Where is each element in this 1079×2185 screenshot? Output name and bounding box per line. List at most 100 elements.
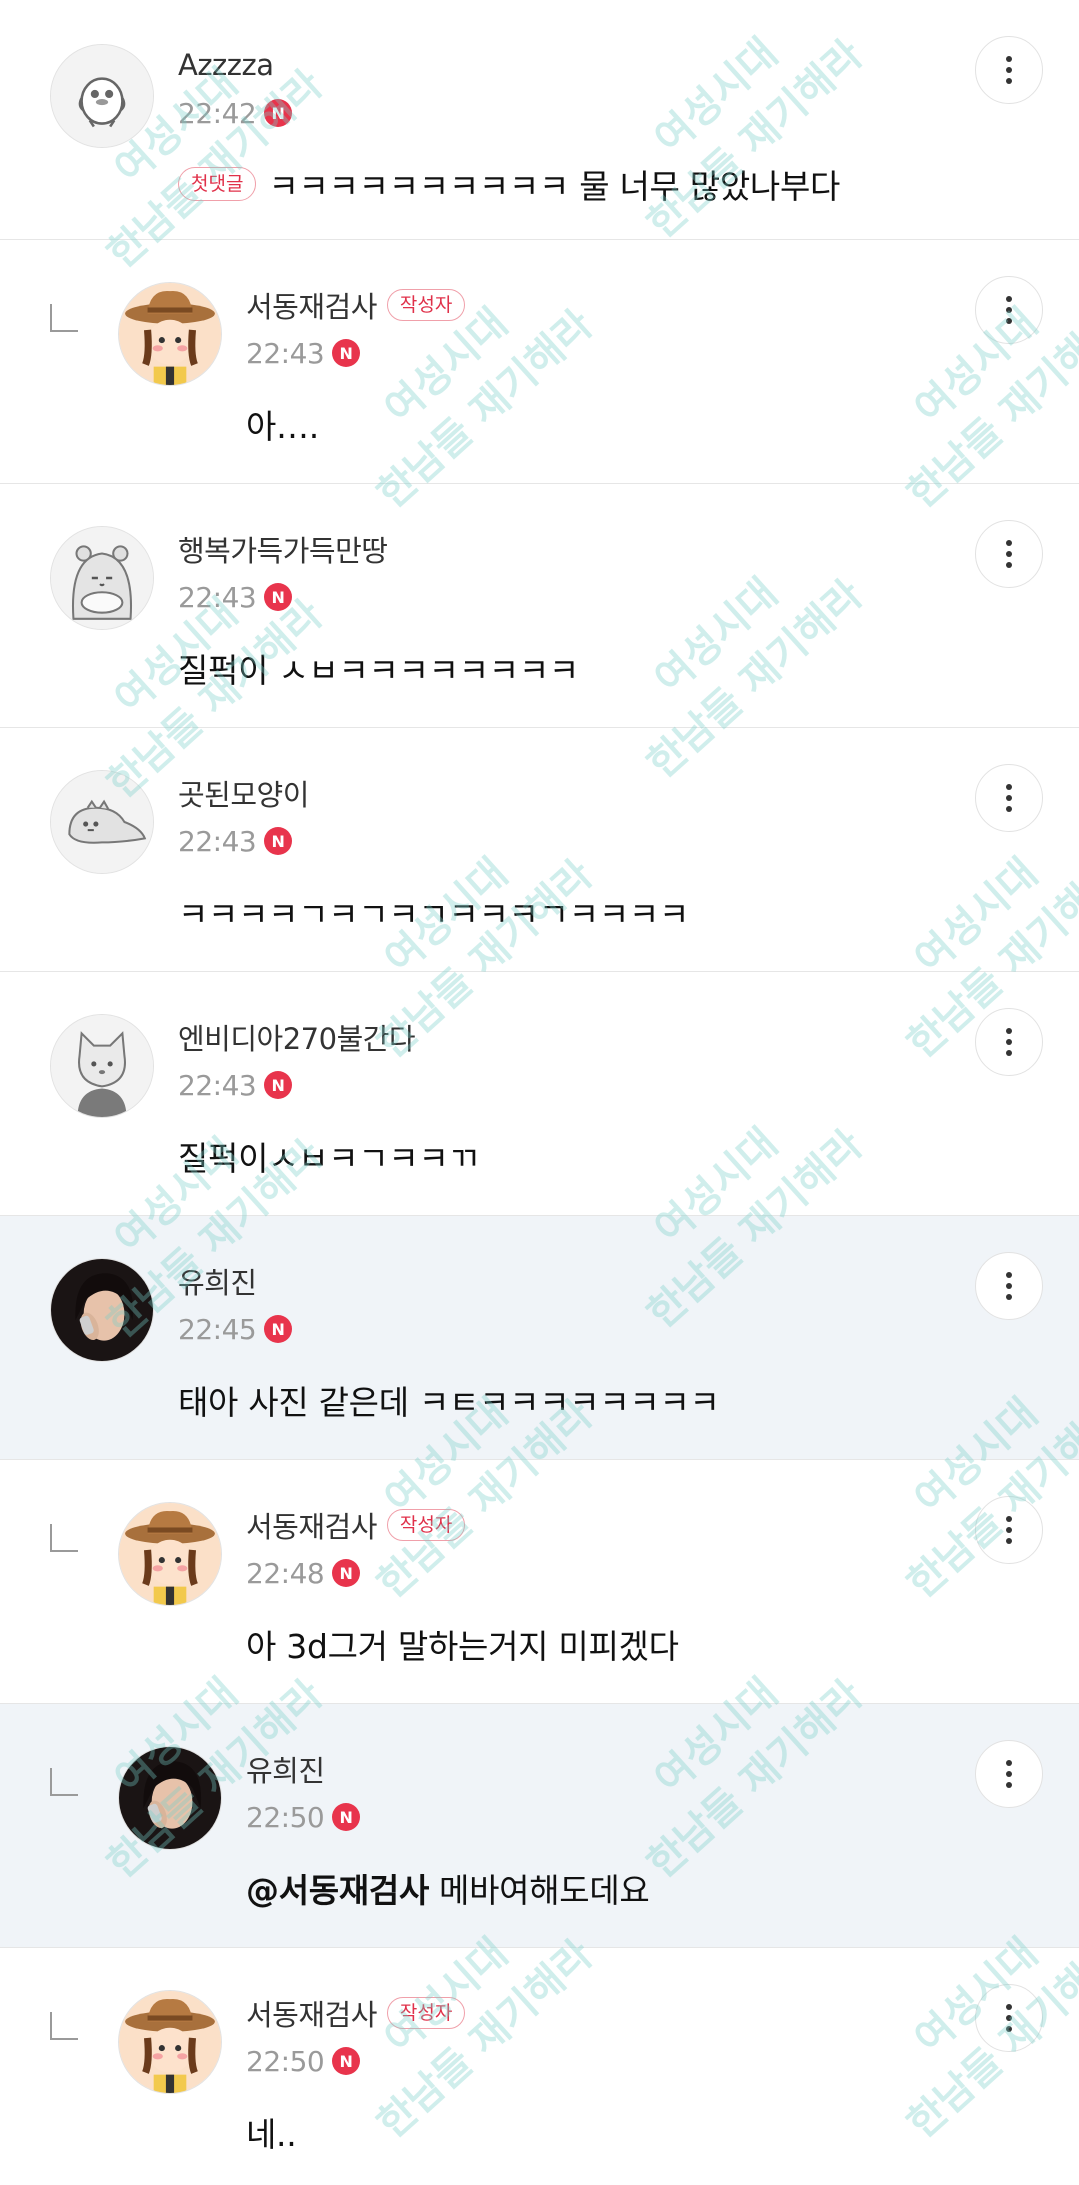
comment-body: 서동재검사 작성자 22:48 N 아 3d그거 말하는거지 미피겠다 [246,1504,679,1668]
nickname[interactable]: 곳된모양이 [178,772,309,814]
photo-avatar-icon [119,1747,221,1849]
nickname[interactable]: 유희진 [246,1748,325,1790]
more-dot-icon [1006,1294,1012,1300]
avatar[interactable] [118,282,222,386]
author-badge: 작성자 [386,1997,466,2029]
cowboy-avatar-icon [119,1503,221,1605]
comment-body: 서동재검사 작성자 22:43 N 아…. [246,284,466,448]
cowboy-avatar-icon [119,283,221,385]
more-dot-icon [1006,551,1012,557]
more-options-button[interactable] [975,1984,1043,2052]
comment-item: 서동재검사 작성자 22:43 N 아…. [0,240,1079,484]
new-badge: N [332,339,361,367]
comment-body: 유희진 22:45 N 태아 사진 같은데 ㅋㅌㅋㅋㅋㅋㅋㅋㅋㅋ [178,1260,720,1424]
more-dot-icon [1006,1039,1012,1045]
more-dot-icon [1006,1782,1012,1788]
more-dot-icon [1006,318,1012,324]
avatar[interactable] [50,44,154,148]
avatar[interactable] [50,1014,154,1118]
nickname[interactable]: 유희진 [178,1260,257,1302]
more-dot-icon [1006,307,1012,313]
nickname[interactable]: 행복가득가득만땅 [178,528,388,570]
bird-avatar-icon [51,45,153,147]
nickname[interactable]: 서동재검사 [246,1504,377,1546]
nickname[interactable]: 서동재검사 [246,1992,377,2034]
more-options-button[interactable] [975,1496,1043,1564]
comment-time: 22:43 [178,580,257,614]
more-options-button[interactable] [975,1008,1043,1076]
more-options-button[interactable] [975,36,1043,104]
comment-body: 유희진 22:50 N @서동재검사 메바여해도데요 [246,1748,650,1912]
author-badge: 작성자 [386,289,466,321]
reply-arrow-icon [50,1524,78,1552]
new-badge: N [332,1559,361,1587]
more-dot-icon [1006,2015,1012,2021]
more-dot-icon [1006,795,1012,801]
more-options-button[interactable] [975,764,1043,832]
more-options-button[interactable] [975,1252,1043,1320]
comment-time: 22:42 [178,96,257,130]
new-badge: N [264,99,293,127]
new-badge: N [332,2047,361,2075]
more-dot-icon [1006,2004,1012,2010]
comment-time: 22:50 [246,2044,325,2078]
hippo-avatar-icon [51,527,153,629]
comment-item: 행복가득가득만땅 22:43 N 질퍽이 ㅅㅂㅋㅋㅋㅋㅋㅋㅋㅋ [0,484,1079,728]
comment-text: 메바여해도데요 [439,1871,650,1910]
photo-avatar-icon [51,1259,153,1361]
comment-item: 유희진 22:50 N @서동재검사 메바여해도데요 [0,1704,1079,1948]
more-dot-icon [1006,540,1012,546]
avatar[interactable] [118,1746,222,1850]
more-options-button[interactable] [975,276,1043,344]
comment-time: 22:43 [178,1068,257,1102]
cowboy-avatar-icon [119,1991,221,2093]
avatar[interactable] [50,1258,154,1362]
more-options-button[interactable] [975,1740,1043,1808]
first-comment-badge: 첫댓글 [178,167,257,201]
nickname[interactable]: 서동재검사 [246,284,377,326]
more-options-button[interactable] [975,520,1043,588]
new-badge: N [264,583,293,611]
avatar[interactable] [50,526,154,630]
author-badge: 작성자 [386,1509,466,1541]
nickname[interactable]: 엔비디아270불간다 [178,1016,416,1058]
comment-text: 네.. [246,2115,297,2154]
comment-item: 유희진 22:45 N 태아 사진 같은데 ㅋㅌㅋㅋㅋㅋㅋㅋㅋㅋ [0,1216,1079,1460]
comment-item: 서동재검사 작성자 22:50 N 네.. [0,1948,1079,2185]
more-dot-icon [1006,2026,1012,2032]
reply-arrow-icon [50,1768,78,1796]
new-badge: N [332,1803,361,1831]
avatar[interactable] [118,1990,222,2094]
nickname[interactable]: Azzzza [178,48,274,82]
comment-item: 엔비디아270불간다 22:43 N 질퍽이ㅅㅂㅋㄱㅋㅋㄲ [0,972,1079,1216]
mention-link[interactable]: @서동재검사 [246,1864,429,1912]
comment-body: 엔비디아270불간다 22:43 N 질퍽이ㅅㅂㅋㄱㅋㅋㄲ [178,1016,479,1180]
more-dot-icon [1006,1760,1012,1766]
dino-avatar-icon [51,771,153,873]
more-dot-icon [1006,1538,1012,1544]
comment-body: 서동재검사 작성자 22:50 N 네.. [246,1992,466,2156]
new-badge: N [264,827,293,855]
comment-list: Azzzza 22:42 N 첫댓글 ㅋㅋㅋㅋㅋㅋㅋㅋㅋㅋ 물 너무 많았나부다 [0,0,1079,2185]
more-dot-icon [1006,1272,1012,1278]
more-dot-icon [1006,1527,1012,1533]
comment-text: 태아 사진 같은데 ㅋㅌㅋㅋㅋㅋㅋㅋㅋㅋ [178,1383,720,1422]
comment-text: ㅋㅋㅋㅋㄱㅋㄱㅋㄱㅋㅋㅋㄱㅋㅋㅋㅋ [178,895,690,934]
comment-item: Azzzza 22:42 N 첫댓글 ㅋㅋㅋㅋㅋㅋㅋㅋㅋㅋ 물 너무 많았나부다 [0,0,1079,240]
comment-body: Azzzza 22:42 N 첫댓글 ㅋㅋㅋㅋㅋㅋㅋㅋㅋㅋ 물 너무 많았나부다 [178,44,840,208]
comment-text: 아 3d그거 말하는거지 미피겠다 [246,1627,679,1666]
more-dot-icon [1006,1050,1012,1056]
comment-text: 아…. [246,407,319,446]
more-dot-icon [1006,78,1012,84]
more-dot-icon [1006,67,1012,73]
avatar[interactable] [50,770,154,874]
comment-time: 22:45 [178,1312,257,1346]
comment-item: 곳된모양이 22:43 N ㅋㅋㅋㅋㄱㅋㄱㅋㄱㅋㅋㅋㄱㅋㅋㅋㅋ [0,728,1079,972]
new-badge: N [264,1071,293,1099]
more-dot-icon [1006,1771,1012,1777]
more-dot-icon [1006,806,1012,812]
comment-body: 행복가득가득만땅 22:43 N 질퍽이 ㅅㅂㅋㅋㅋㅋㅋㅋㅋㅋ [178,528,579,692]
more-dot-icon [1006,1028,1012,1034]
avatar[interactable] [118,1502,222,1606]
comment-item: 서동재검사 작성자 22:48 N 아 3d그거 말하는거지 미피겠다 [0,1460,1079,1704]
